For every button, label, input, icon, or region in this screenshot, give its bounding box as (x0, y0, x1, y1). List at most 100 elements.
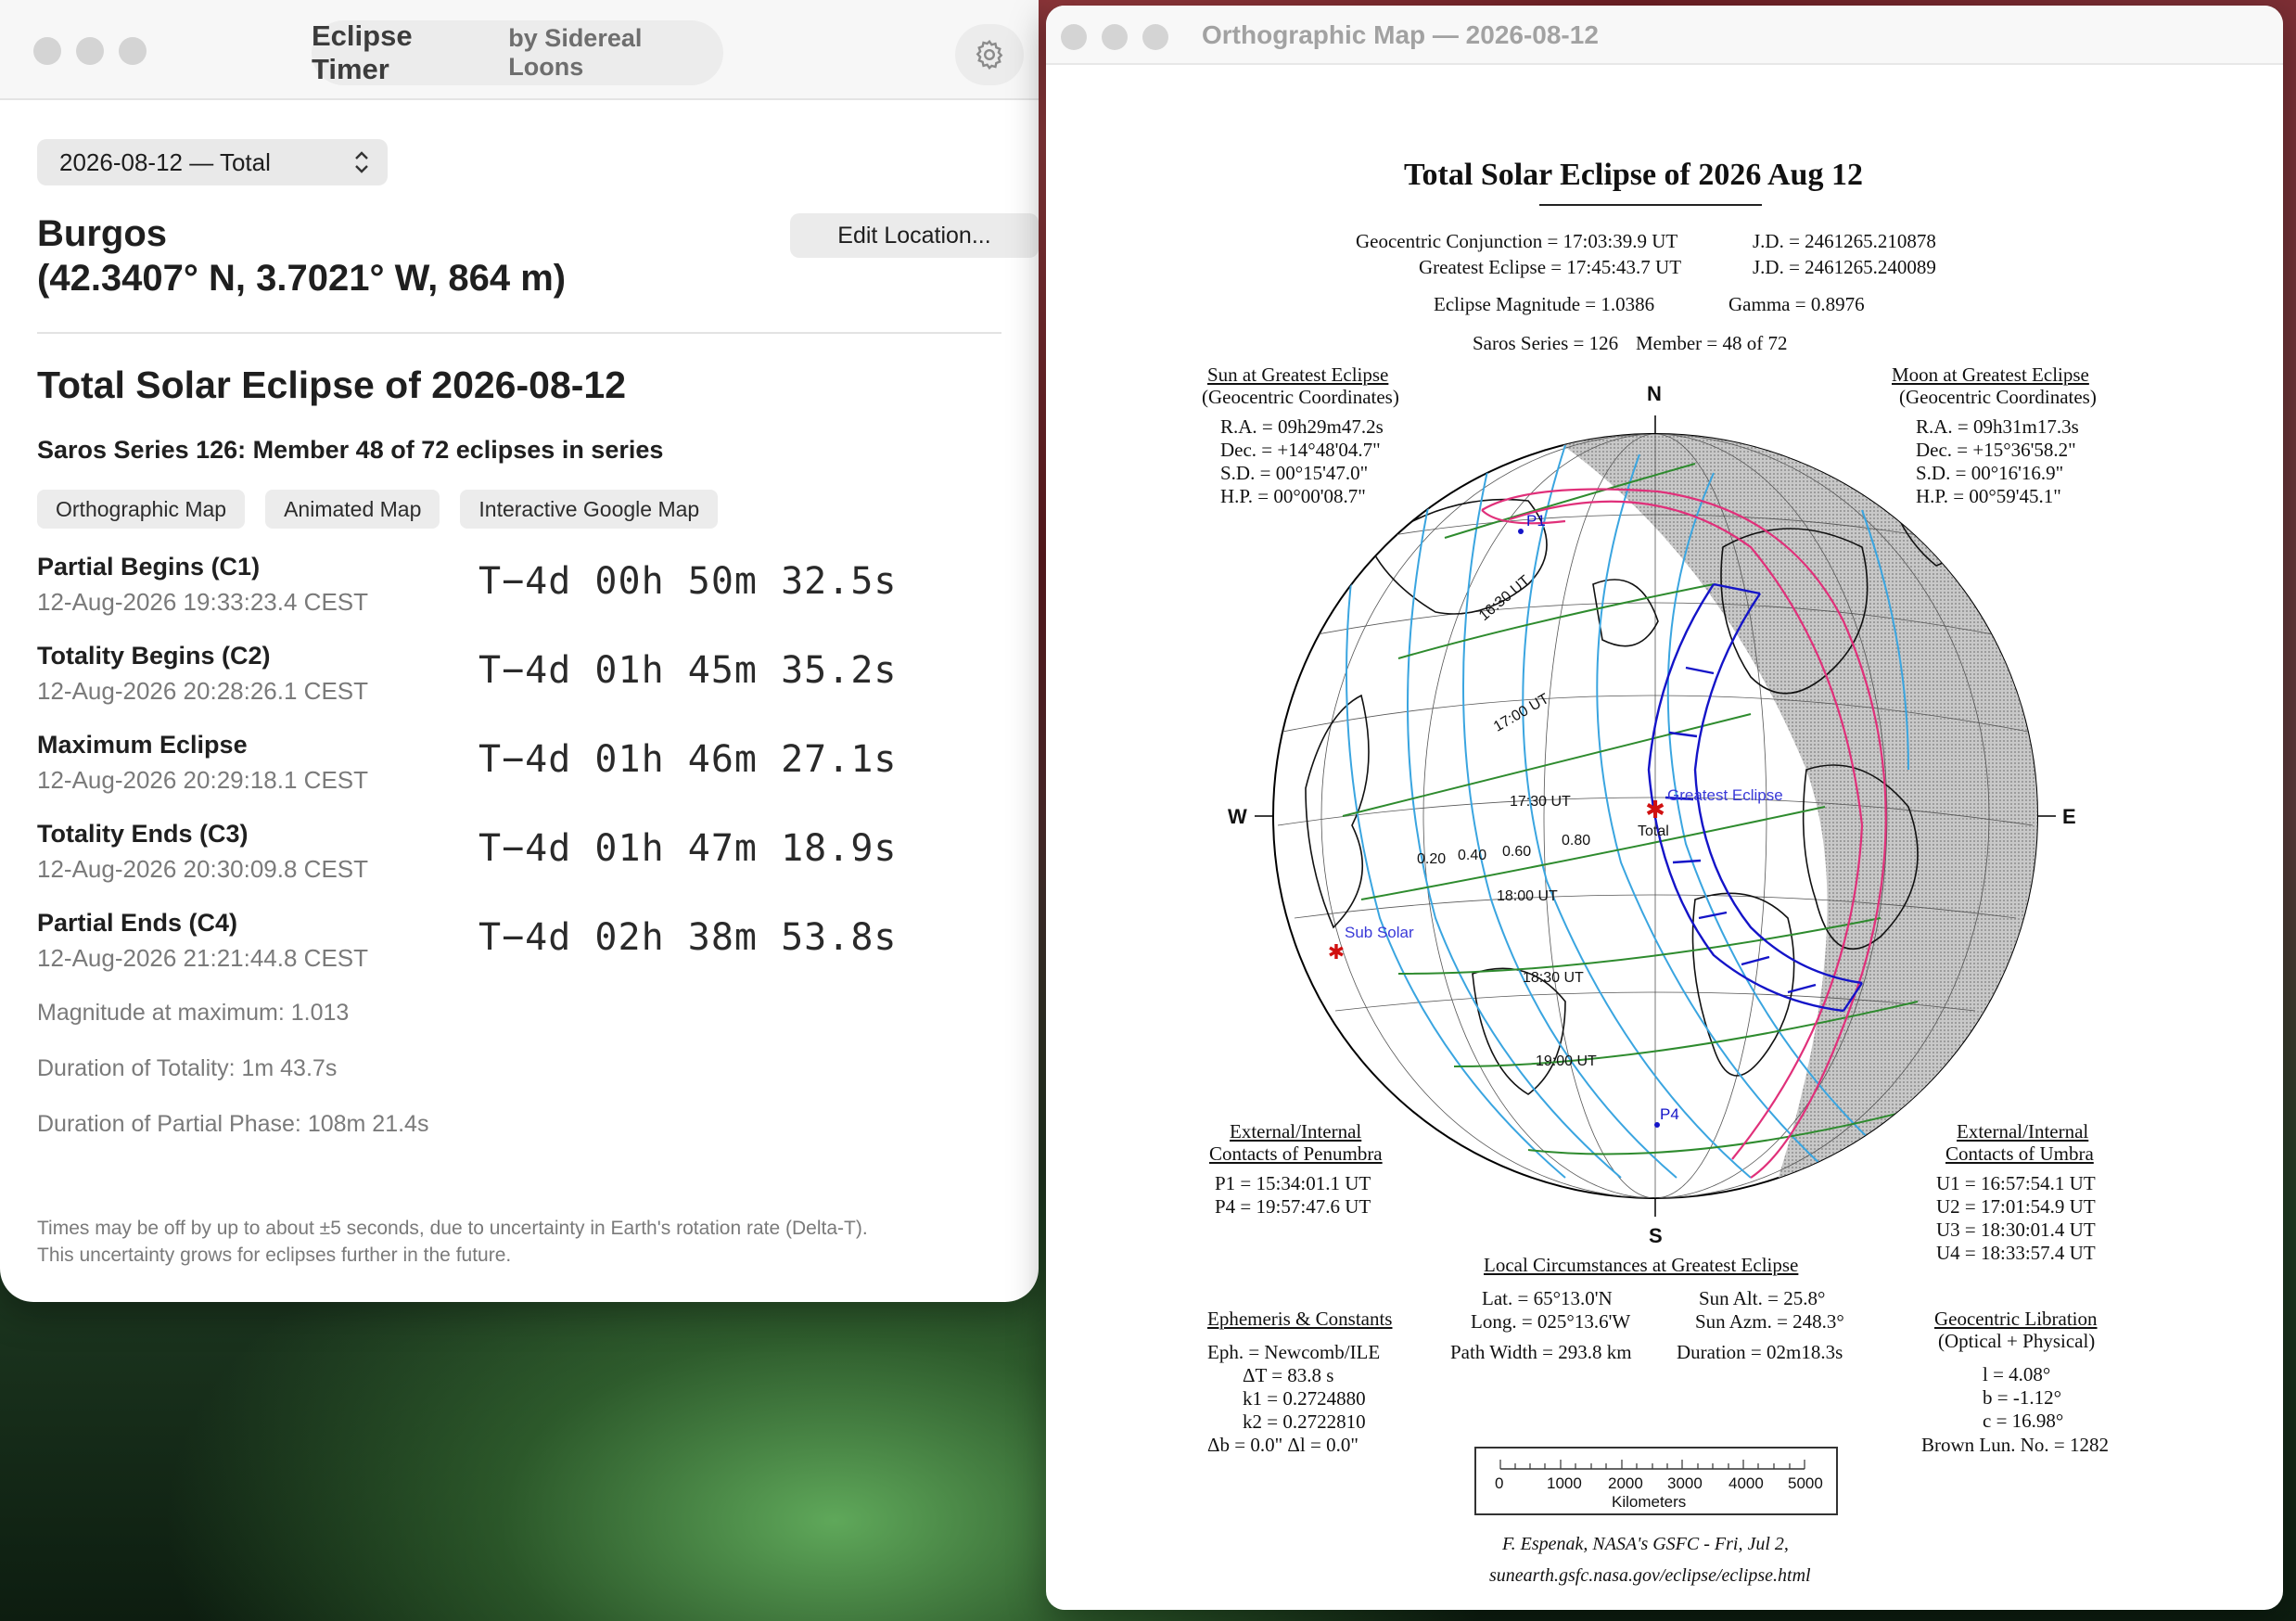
compass-west: W (1228, 805, 1247, 828)
scale-unit: Kilometers (1612, 1493, 1687, 1511)
eclipse-date-select-value: 2026-08-12 — Total (59, 147, 271, 176)
map-links: Orthographic Map Animated Map Interactiv… (37, 490, 719, 529)
close-window-button[interactable] (33, 37, 61, 65)
zoom-window-button[interactable] (1142, 24, 1168, 50)
footnote-line: Times may be off by up to about ±5 secon… (37, 1218, 868, 1239)
libration-l: l = 4.08° (1983, 1363, 2051, 1385)
edit-location-button[interactable]: Edit Location... (790, 213, 1039, 258)
contact-name: Partial Ends (C4) (37, 909, 238, 937)
settings-button[interactable] (955, 24, 1024, 85)
app-title: Eclipse Timer (312, 19, 413, 85)
contact-list: Partial Begins (C1) 12-Aug-2026 19:33:23… (37, 553, 1001, 998)
scale-tick-label: 5000 (1788, 1474, 1823, 1492)
magnitude-label-080: 0.80 (1562, 833, 1591, 849)
sub-solar-marker: ✱ (1328, 941, 1345, 964)
zoom-window-button[interactable] (119, 37, 147, 65)
delta-t-footnote: Times may be off by up to about ±5 secon… (37, 1215, 868, 1269)
ephemeris-eph: Eph. = Newcomb/ILE (1207, 1341, 1381, 1363)
umbra-u3: U3 = 18:30:01.4 UT (1936, 1219, 2096, 1241)
total-label: Total (1638, 823, 1669, 839)
libration-heading: Geocentric Libration (1934, 1308, 2098, 1330)
scale-bar: 0 1000 2000 3000 4000 5000 Kilometers (1474, 1447, 1838, 1515)
orthographic-map-button[interactable]: Orthographic Map (37, 490, 246, 529)
contact-countdown: T−4d 00h 50m 32.5s (478, 560, 898, 603)
libration-subheading: (Optical + Physical) (1938, 1330, 2096, 1352)
contact-countdown: T−4d 01h 47m 18.9s (478, 827, 898, 870)
penumbra-p4: P4 = 19:57:47.6 UT (1215, 1195, 1371, 1218)
magnitude-label-060: 0.60 (1502, 844, 1532, 860)
scale-tick-label: 2000 (1608, 1474, 1643, 1492)
ephemeris-delta-t: ΔT = 83.8 s (1243, 1364, 1334, 1386)
window-title: Eclipse Timer by Sidereal Loons (312, 19, 723, 85)
animated-map-button[interactable]: Animated Map (265, 490, 440, 529)
eclipse-timer-window: Eclipse Timer by Sidereal Loons 2026-08-… (0, 0, 1039, 1302)
ephemeris-k1: k1 = 0.2724880 (1243, 1387, 1366, 1410)
divider (37, 332, 1001, 334)
contact-time: 12-Aug-2026 21:21:44.8 CEST (37, 944, 369, 972)
contact-row-max: Maximum Eclipse 12-Aug-2026 20:29:18.1 C… (37, 731, 1001, 820)
close-window-button[interactable] (1061, 24, 1087, 50)
local-latitude: Lat. = 65°13.0'N (1482, 1287, 1613, 1309)
footnote-line: This uncertainty grows for eclipses furt… (37, 1244, 512, 1266)
libration-c: c = 16.98° (1983, 1410, 2064, 1432)
local-duration: Duration = 02m18.3s (1677, 1341, 1843, 1363)
compass-east: E (2062, 805, 2076, 828)
local-sun-azimuth: Sun Azm. = 248.3° (1695, 1310, 1844, 1333)
location-name: Burgos (37, 213, 167, 254)
window-controls (33, 37, 147, 65)
contact-name: Partial Begins (C1) (37, 553, 261, 581)
local-circumstances-heading: Local Circumstances at Greatest Eclipse (1484, 1254, 1799, 1276)
contact-row-c1: Partial Begins (C1) 12-Aug-2026 19:33:23… (37, 553, 1001, 642)
up-down-chevron-icon (355, 151, 368, 173)
scale-tick-label: 4000 (1728, 1474, 1764, 1492)
compass-north: N (1647, 382, 1662, 405)
location-coordinates: (42.3407° N, 3.7021° W, 864 m) (37, 258, 567, 299)
p4-label: P4 (1660, 1105, 1679, 1123)
libration-b: b = -1.12° (1983, 1386, 2061, 1409)
saros-series: Saros Series 126: Member 48 of 72 eclips… (37, 436, 664, 464)
greatest-eclipse-marker: ✱ (1645, 797, 1665, 824)
eclipse-date-select[interactable]: 2026-08-12 — Total (37, 139, 388, 185)
local-longitude: Long. = 025°13.6'W (1471, 1310, 1631, 1333)
contact-countdown: T−4d 01h 46m 27.1s (478, 738, 898, 781)
contact-name: Totality Begins (C2) (37, 642, 271, 670)
eclipse-title: Total Solar Eclipse of 2026-08-12 (37, 364, 626, 406)
title-bar: Eclipse Timer by Sidereal Loons (0, 0, 1039, 100)
minimize-window-button[interactable] (1102, 24, 1128, 50)
minimize-window-button[interactable] (76, 37, 104, 65)
scale-tick-label: 3000 (1667, 1474, 1703, 1492)
duration-of-totality: Duration of Totality: 1m 43.7s (37, 1055, 338, 1081)
time-label-1900: 19:00 UT (1536, 1053, 1597, 1069)
compass-south: S (1649, 1224, 1663, 1247)
magnitude-label-020: 0.20 (1417, 851, 1447, 867)
duration-of-partial-phase: Duration of Partial Phase: 108m 21.4s (37, 1111, 429, 1137)
contact-name: Maximum Eclipse (37, 731, 248, 759)
penumbra-heading: External/Internal (1230, 1120, 1362, 1142)
window-title: Orthographic Map — 2026-08-12 (1202, 20, 1599, 49)
contact-time: 12-Aug-2026 20:28:26.1 CEST (37, 677, 369, 705)
time-label-1730: 17:30 UT (1510, 794, 1571, 810)
umbra-subheading: Contacts of Umbra (1945, 1142, 2094, 1165)
contact-time: 12-Aug-2026 20:29:18.1 CEST (37, 766, 369, 794)
contact-time: 12-Aug-2026 19:33:23.4 CEST (37, 588, 369, 616)
window-controls (1061, 24, 1168, 50)
greatest-eclipse-label: Greatest Eclipse (1667, 786, 1783, 804)
path-width: Path Width = 293.8 km (1450, 1341, 1632, 1363)
scale-tick-label: 1000 (1547, 1474, 1582, 1492)
interactive-google-map-button[interactable]: Interactive Google Map (460, 490, 719, 529)
ephemeris-heading: Ephemeris & Constants (1207, 1308, 1393, 1330)
eclipse-map-image: Total Solar Eclipse of 2026 Aug 12 Geoce… (1046, 65, 2283, 1610)
orthographic-map-window: Orthographic Map — 2026-08-12 Total Sola… (1046, 6, 2283, 1610)
brown-lunation-number: Brown Lun. No. = 1282 (1921, 1434, 2110, 1456)
contact-countdown: T−4d 01h 45m 35.2s (478, 649, 898, 692)
credit-author: F. Espenak, NASA's GSFC - Fri, Jul 2, (1502, 1534, 1789, 1554)
umbra-u4: U4 = 18:33:57.4 UT (1936, 1242, 2096, 1264)
contact-row-c4: Partial Ends (C4) 12-Aug-2026 21:21:44.8… (37, 909, 1001, 998)
contact-time: 12-Aug-2026 20:30:09.8 CEST (37, 855, 369, 883)
contact-row-c3: Totality Ends (C3) 12-Aug-2026 20:30:09.… (37, 820, 1001, 909)
gear-icon (976, 39, 1003, 70)
sub-solar-label: Sub Solar (1345, 924, 1414, 941)
p1-label: P1 (1526, 512, 1546, 530)
time-label-1830: 18:30 UT (1523, 970, 1584, 986)
ephemeris-k2: k2 = 0.2722810 (1243, 1410, 1366, 1433)
